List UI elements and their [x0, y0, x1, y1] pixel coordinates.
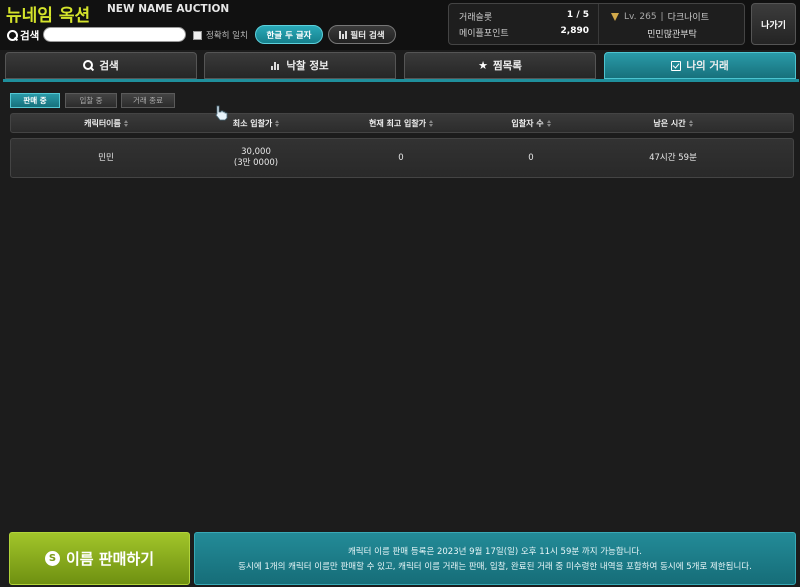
subtab-bidding[interactable]: 입찰 중: [65, 93, 117, 108]
sell-name-label: 이름 판매하기: [65, 550, 155, 568]
filter-search-label: 필터 검색: [350, 30, 385, 41]
tab-search-label: 검색: [99, 60, 119, 72]
trade-slots-value: 1 / 5: [566, 10, 589, 20]
hangul-two-letter-button[interactable]: 한글 두 글자: [255, 25, 323, 44]
subtab-selling[interactable]: 판매 중: [10, 93, 60, 108]
hangul-two-letter-label: 한글 두 글자: [266, 30, 312, 41]
sort-icon: [275, 120, 279, 127]
account-info-panel: 거래슬롯 1 / 5 메이플포인트 2,890 Lv. 265 | 다크나이트 …: [448, 3, 745, 45]
bidder-count-value: 0: [528, 152, 534, 163]
exact-match-option[interactable]: 정확히 일치: [193, 29, 248, 41]
exact-match-checkbox[interactable]: [193, 30, 202, 40]
sort-icon: [124, 120, 128, 127]
tab-wishlist[interactable]: ★ 찜목록: [404, 52, 596, 79]
exit-button[interactable]: 나가기: [751, 3, 796, 45]
header-current-top-bid-label: 현재 최고 입찰가: [368, 118, 427, 128]
character-name: 민민: [98, 152, 114, 163]
character-level: Lv. 265: [624, 11, 657, 22]
star-icon: ★: [478, 59, 488, 72]
table-header: 캐릭터이름 최소 입찰가 현재 최고 입찰가 입찰자 수 남은 시간: [10, 113, 794, 133]
tab-winning-bid-label: 낙찰 정보: [286, 60, 329, 72]
trade-slots-label: 거래슬롯: [459, 13, 493, 23]
tab-search[interactable]: 검색: [5, 52, 197, 79]
character-job: 다크나이트: [667, 13, 709, 23]
header-remaining-time-label: 남은 시간: [653, 118, 686, 128]
notice-line-2: 동시에 1개의 캐릭터 이름만 판매할 수 있고, 캐릭터 이름 거래는 판매,…: [238, 562, 752, 572]
maple-points-value: 2,890: [560, 26, 589, 36]
hand-cursor-icon: [215, 105, 228, 121]
maple-points-row: 메이플포인트 2,890: [459, 26, 589, 39]
filter-search-button[interactable]: 필터 검색: [328, 25, 396, 44]
notice-panel: 캐릭터 이름 판매 등록은 2023년 9월 17일(일) 오후 11시 59분…: [194, 532, 796, 585]
sort-icon: [429, 120, 433, 127]
tab-underline: [3, 79, 799, 82]
sort-icon: [547, 120, 551, 127]
level-separator: |: [660, 11, 664, 22]
brand-subtitle: NEW NAME AUCTION: [107, 3, 230, 15]
character-level-line: Lv. 265 | 다크나이트: [611, 10, 709, 23]
notice-line-1: 캐릭터 이름 판매 등록은 2023년 9월 17일(일) 오후 11시 59분…: [347, 547, 643, 557]
coin-icon: S: [44, 551, 60, 566]
header: 뉴네임 옥션 NEW NAME AUCTION 검색 정확히 일치 한글 두 글…: [0, 0, 800, 50]
tab-wishlist-label: 찜목록: [492, 60, 522, 72]
search-label: 검색: [7, 28, 39, 43]
sell-name-button[interactable]: S 이름 판매하기: [9, 532, 190, 585]
table-row[interactable]: 민민 30,000 (3만 0000) 0 0 47시간 59분: [10, 138, 794, 178]
check-icon: [671, 60, 682, 71]
character-guild: 민민많관부탁: [647, 30, 697, 40]
account-stats: 거래슬롯 1 / 5 메이플포인트 2,890: [449, 4, 599, 44]
remaining-time-value: 47시간 59분: [649, 152, 697, 163]
tab-my-trades[interactable]: 나의 거래: [604, 52, 796, 79]
min-bid-value: 30,000: [241, 147, 271, 157]
job-crest-icon: [611, 12, 620, 21]
tab-winning-bid-info[interactable]: 낙찰 정보: [204, 52, 396, 79]
min-bid-korean: (3만 0000): [233, 158, 279, 168]
search-input[interactable]: [43, 27, 186, 42]
exact-match-label: 정확히 일치: [206, 31, 248, 41]
search-icon: [83, 60, 94, 71]
top-bid-value: 0: [398, 152, 404, 163]
maple-points-label: 메이플포인트: [459, 29, 509, 39]
character-info: Lv. 265 | 다크나이트 민민많관부탁: [599, 4, 745, 44]
search-label-text: 검색: [20, 30, 40, 42]
subtab-trade-ended[interactable]: 거래 종료: [121, 93, 175, 108]
search-icon: [7, 30, 18, 41]
header-character-name-label: 캐릭터이름: [84, 118, 121, 128]
bar-chart-icon: [271, 61, 281, 70]
filter-icon: [339, 30, 348, 39]
header-min-bid-label: 최소 입찰가: [232, 118, 273, 128]
cell-remaining-time: 47시간 59분: [578, 139, 768, 177]
tab-my-trades-label: 나의 거래: [686, 60, 729, 72]
header-bidder-count-label: 입찰자 수: [511, 118, 544, 128]
header-remaining-time[interactable]: 남은 시간: [578, 114, 768, 132]
trade-slots-row: 거래슬롯 1 / 5: [459, 10, 589, 23]
brand-title: 뉴네임 옥션: [6, 6, 91, 26]
sort-icon: [689, 120, 693, 127]
